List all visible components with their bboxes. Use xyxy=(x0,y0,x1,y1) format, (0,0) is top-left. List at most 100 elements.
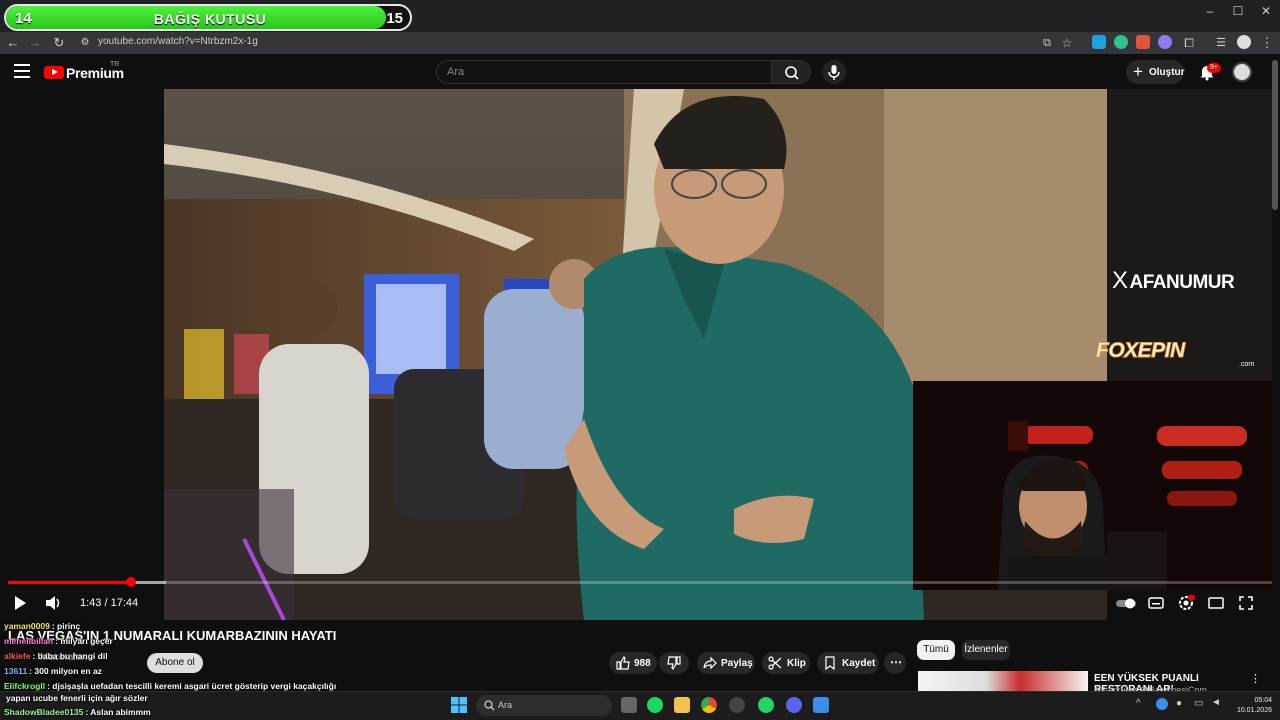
chat-message: yapan ucube fenerli için ağır sözler xyxy=(4,693,148,703)
chat-message: Elifckrogll: djsişaşla uefadan tescilli … xyxy=(4,681,336,691)
forward-arrow-icon[interactable]: → xyxy=(26,34,44,52)
plus-icon: + xyxy=(1133,62,1143,81)
discord-icon[interactable] xyxy=(786,697,802,713)
like-count: 988 xyxy=(634,658,651,669)
tab-search-icon[interactable]: ☰ xyxy=(1212,34,1230,52)
chat-text: yapan ucube fenerli için ağır sözler xyxy=(6,693,148,703)
save-button[interactable]: Kaydet xyxy=(817,652,879,674)
chat-message: alkiefe: baba bu hangi dil xyxy=(4,651,108,661)
chat-text: : milyarı geçer xyxy=(55,636,113,646)
network-icon[interactable]: ▭ xyxy=(1194,698,1203,709)
install-app-icon[interactable]: ⧉ xyxy=(1038,34,1056,52)
url-field[interactable]: youtube.com/watch?v=Ntrbzm2x-1g xyxy=(98,36,258,47)
share-label: Paylaş xyxy=(721,658,753,669)
windows-taskbar xyxy=(0,691,1280,720)
share-arrow-icon xyxy=(703,656,717,670)
chip-all[interactable]: Tümü xyxy=(917,640,955,660)
more-dots-icon: ⋯ xyxy=(890,655,902,669)
webcam-frame-right xyxy=(1107,426,1247,590)
maximize-button[interactable]: ☐ xyxy=(1224,4,1252,22)
chrome-icon[interactable] xyxy=(701,697,717,713)
minimize-button[interactable]: – xyxy=(1196,4,1224,22)
extensions-puzzle-icon[interactable]: ⧠ xyxy=(1180,34,1198,52)
taskbar-clock[interactable]: 05:04 10.01.2026 xyxy=(1224,696,1272,716)
donation-goal: 15 xyxy=(386,10,403,27)
tray-app-icon[interactable] xyxy=(1156,698,1168,710)
extension-4-icon[interactable] xyxy=(1158,35,1172,49)
extension-3-icon[interactable] xyxy=(1136,35,1150,49)
profile-avatar-icon[interactable] xyxy=(1237,35,1251,49)
chat-message: ShadowBladee0135: Aslan abimmm xyxy=(4,707,151,717)
spotify-icon[interactable] xyxy=(647,697,663,713)
clip-button[interactable]: Klip xyxy=(762,652,810,674)
chat-message: 13611: 300 milyon en az xyxy=(4,666,102,676)
region-code: TR xyxy=(110,61,120,68)
close-window-button[interactable]: ✕ xyxy=(1252,4,1280,22)
theater-mode-icon[interactable] xyxy=(1207,594,1225,612)
tray-chevron-icon[interactable]: ^ xyxy=(1136,698,1141,709)
video-scrubber-handle[interactable] xyxy=(125,577,136,587)
speaker-icon[interactable]: ◄ xyxy=(1211,697,1221,708)
chat-user: menelibilian xyxy=(4,636,54,646)
settings-gear-icon[interactable] xyxy=(1177,594,1195,612)
video-progress-track[interactable] xyxy=(8,581,1272,584)
subtitles-icon[interactable] xyxy=(1147,594,1165,612)
notifications-badge: 9+ xyxy=(1207,63,1221,73)
reload-icon[interactable]: ↻ xyxy=(50,34,68,52)
subscribe-button[interactable]: Abone ol xyxy=(147,653,203,673)
bookmark-star-icon[interactable]: ☆ xyxy=(1058,34,1076,52)
chat-text: : 300 milyon en az xyxy=(29,666,102,676)
share-button[interactable]: Paylaş xyxy=(697,652,755,674)
menu-hamburger-icon[interactable] xyxy=(14,64,30,78)
create-button[interactable]: + Oluştur xyxy=(1126,60,1185,84)
chat-user: alkiefe xyxy=(4,651,31,661)
save-label: Kaydet xyxy=(842,658,876,669)
scissors-icon xyxy=(768,656,782,670)
whatsapp-icon[interactable] xyxy=(758,697,774,713)
windows-start-icon[interactable] xyxy=(451,697,467,713)
microphone-icon xyxy=(828,65,840,80)
search-icon xyxy=(785,66,799,80)
browser-menu-icon[interactable]: ⋮ xyxy=(1258,34,1276,52)
back-arrow-icon[interactable]: ← xyxy=(4,34,22,52)
extension-1-icon[interactable] xyxy=(1092,35,1106,49)
play-icon[interactable] xyxy=(12,594,28,612)
chat-text: : Aslan abimmm xyxy=(85,707,151,717)
account-avatar[interactable] xyxy=(1232,62,1252,82)
autoplay-toggle-icon[interactable] xyxy=(1115,594,1137,612)
taskbar-search[interactable]: Ara xyxy=(476,695,612,716)
fullscreen-icon[interactable] xyxy=(1237,594,1255,612)
chip-watched[interactable]: İzlenenler xyxy=(962,640,1010,660)
bookmark-icon xyxy=(825,656,835,670)
chat-text: : pirinç xyxy=(51,621,81,631)
chat-user: 13611 xyxy=(4,666,28,676)
voice-search-button[interactable] xyxy=(822,60,846,84)
notepad-icon[interactable] xyxy=(813,697,829,713)
search-button[interactable] xyxy=(771,60,811,84)
microphone-tray-icon[interactable]: ● xyxy=(1176,698,1182,709)
more-actions-button[interactable]: ⋯ xyxy=(884,652,906,674)
extension-2-icon[interactable] xyxy=(1114,35,1128,49)
site-info-icon[interactable]: ⚙ xyxy=(76,34,94,52)
recommendation-menu-icon[interactable]: ⋮ xyxy=(1250,672,1261,685)
task-view-icon[interactable] xyxy=(621,697,637,713)
player-letterbox-right xyxy=(1107,89,1272,381)
clock-time: 05:04 xyxy=(1254,697,1272,704)
youtube-logo-icon[interactable] xyxy=(44,66,64,79)
overlay-brand-afanumur: X AFANUMUR xyxy=(1112,267,1235,295)
player-letterbox-left xyxy=(0,89,164,620)
volume-icon[interactable] xyxy=(44,594,62,612)
clip-label: Klip xyxy=(787,658,806,669)
obs-icon[interactable] xyxy=(729,697,745,713)
video-progress-played xyxy=(8,581,131,584)
like-button[interactable]: 988 xyxy=(609,652,657,674)
clock-date: 10.01.2026 xyxy=(1236,707,1272,714)
dislike-button[interactable] xyxy=(659,652,689,674)
page-scrollbar[interactable] xyxy=(1272,60,1278,210)
search-input[interactable] xyxy=(437,61,771,83)
file-explorer-icon[interactable] xyxy=(674,697,690,713)
chat-user: yaman0009 xyxy=(4,621,50,631)
recommendation-thumbnail[interactable] xyxy=(918,671,1088,691)
overlay-brand-1-text: AFANUMUR xyxy=(1129,272,1235,293)
overlay-brand-foxepin-sub: .com xyxy=(1239,361,1255,368)
